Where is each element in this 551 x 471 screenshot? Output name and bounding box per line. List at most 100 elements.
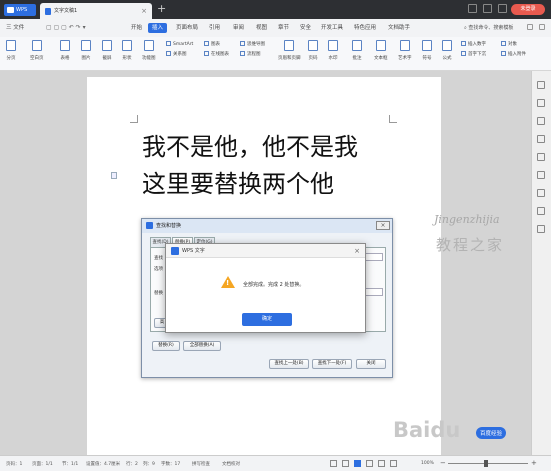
header-footer-icon <box>284 40 295 51</box>
wps-dialog-icon <box>146 222 153 229</box>
wordart-button[interactable]: 艺术字 <box>398 40 412 61</box>
eye-protection-icon[interactable] <box>330 460 337 467</box>
page-view-icon[interactable] <box>354 460 361 467</box>
zoom-slider[interactable] <box>448 463 528 464</box>
message-box-title: WPS 文字 <box>182 248 205 254</box>
blank-page-button[interactable]: 空白页 <box>30 40 44 61</box>
right-side-panel <box>531 71 551 455</box>
header-footer-button[interactable]: 页眉和页脚 <box>278 40 301 61</box>
relation-chart-button[interactable]: 关系图 <box>166 51 187 58</box>
wps-home-tab[interactable]: WPS <box>4 4 36 16</box>
command-search[interactable]: ⌕ 查找命令、搜索模板 <box>464 24 513 31</box>
skin-icon[interactable] <box>468 4 477 13</box>
object-button[interactable]: 对象 <box>501 41 517 48</box>
side-toolbar-icon[interactable] <box>537 189 545 197</box>
title-bar: WPS 文字文稿1 × + 未登录 <box>0 0 551 19</box>
document-tab[interactable]: 文字文稿1 × <box>40 3 152 19</box>
outline-view-icon[interactable] <box>342 460 349 467</box>
side-toolbar-icon[interactable] <box>537 153 545 161</box>
comment-label: 批注 <box>352 56 362 61</box>
formula-button[interactable]: 公式 <box>442 40 452 61</box>
site-watermark-domain: Jingenzhijia <box>434 213 500 226</box>
menu-references[interactable]: 引用 <box>209 23 220 33</box>
chart-button[interactable]: 图表 <box>204 41 220 48</box>
page-break-button[interactable]: 分页 <box>6 40 16 61</box>
function-chart-button[interactable]: 功能图 <box>142 40 156 61</box>
document-line-2[interactable]: 这里要替换两个他 <box>142 164 334 199</box>
replace-all-button[interactable]: 全部替换(A) <box>183 341 221 351</box>
side-toolbar-icon[interactable] <box>537 117 545 125</box>
web-view-icon[interactable] <box>366 460 373 467</box>
ok-button[interactable]: 确定 <box>242 313 292 326</box>
menu-security[interactable]: 安全 <box>300 23 311 33</box>
find-next-button[interactable]: 查找下一处(F) <box>312 359 352 369</box>
collapse-ribbon-icon[interactable] <box>539 24 545 30</box>
zoom-in-icon[interactable]: + <box>531 459 537 467</box>
zoom-out-icon[interactable]: − <box>440 459 446 467</box>
paragraph-layout-icon[interactable] <box>111 172 117 179</box>
online-chart-button[interactable]: 在线图表 <box>204 51 229 58</box>
menu-view[interactable]: 视图 <box>256 23 267 33</box>
watermark-button[interactable]: 水印 <box>328 40 338 61</box>
menu-home[interactable]: 开始 <box>131 23 142 33</box>
maximize-icon[interactable] <box>498 4 507 13</box>
status-word-count[interactable]: 字数：17 <box>161 461 180 467</box>
side-toolbar-icon[interactable] <box>537 207 545 215</box>
read-view-icon[interactable] <box>378 460 385 467</box>
symbol-button[interactable]: 符号 <box>422 40 432 61</box>
message-box-titlebar[interactable]: WPS 文字 × <box>166 244 365 258</box>
add-tab-icon[interactable]: + <box>157 2 166 16</box>
replace-button[interactable]: 替换(R) <box>152 341 180 351</box>
table-button[interactable]: 表格 <box>60 40 70 61</box>
comment-button[interactable]: 批注 <box>352 40 362 61</box>
mindmap-button[interactable]: 思维导图 <box>240 41 265 48</box>
document-proofread[interactable]: 文档校对 <box>222 461 240 467</box>
side-toolbar-icon[interactable] <box>537 225 545 233</box>
menu-features[interactable]: 特色应用 <box>354 23 376 33</box>
flowchart-button[interactable]: 流程图 <box>240 51 261 58</box>
menu-doc-assistant[interactable]: 文档助手 <box>388 23 410 33</box>
help-icon[interactable] <box>527 24 533 30</box>
menu-developer[interactable]: 开发工具 <box>321 23 343 33</box>
textbox-button[interactable]: 文本框 <box>374 40 388 61</box>
status-bar: 页码：1 页面：1/1 节：1/1 设置值：4.7厘米 行：2 列：9 字数：1… <box>0 455 551 471</box>
message-box-close-icon[interactable]: × <box>354 244 360 258</box>
document-line-1[interactable]: 我不是他，他不是我 <box>142 127 358 162</box>
minimize-icon[interactable] <box>483 4 492 13</box>
insert-number-button[interactable]: 插入数字 <box>461 41 486 48</box>
screenshot-button[interactable]: 截屏 <box>102 40 112 61</box>
side-toolbar-icon[interactable] <box>537 99 545 107</box>
menu-file[interactable]: 三 文件 <box>6 23 24 33</box>
zoom-level[interactable]: 100% <box>421 461 434 466</box>
full-screen-icon[interactable] <box>390 460 397 467</box>
menu-chapter[interactable]: 章节 <box>278 23 289 33</box>
relation-chart-icon <box>166 51 171 56</box>
picture-icon <box>81 40 91 51</box>
spell-check-toggle[interactable]: 拼写检查 <box>192 461 210 467</box>
login-button[interactable]: 未登录 <box>511 4 545 15</box>
close-tab-icon[interactable]: × <box>141 3 147 19</box>
menu-review[interactable]: 审阅 <box>233 23 244 33</box>
search-icon: ⌕ <box>464 25 467 31</box>
quick-access-icons[interactable]: ▢ ▢ ▢ ↶ ↷ ▾ <box>46 23 86 33</box>
insert-ribbon: 分页 空白页 表格 图片 截屏 形状 功能图 SmartArt 关系图 图表 在… <box>0 37 551 71</box>
attachment-button[interactable]: 插入附件 <box>501 51 526 58</box>
find-replace-close-btn[interactable]: 关闭 <box>356 359 386 369</box>
side-toolbar-icon[interactable] <box>537 135 545 143</box>
zoom-slider-handle[interactable] <box>484 460 488 467</box>
side-toolbar-icon[interactable] <box>537 81 545 89</box>
shape-button[interactable]: 形状 <box>122 40 132 61</box>
page-number-button[interactable]: 页码 <box>308 40 318 61</box>
menu-page-layout[interactable]: 页面布局 <box>176 23 198 33</box>
find-previous-button[interactable]: 查找上一处(B) <box>269 359 309 369</box>
attachment-label: 插入附件 <box>508 52 526 57</box>
side-toolbar-icon[interactable] <box>537 171 545 179</box>
table-icon <box>60 40 70 51</box>
find-label: 查找 <box>154 256 163 261</box>
picture-button[interactable]: 图片 <box>81 40 91 61</box>
find-replace-titlebar[interactable]: 查找和替换 × <box>142 219 392 233</box>
find-replace-close-button[interactable]: × <box>376 221 390 230</box>
drop-cap-button[interactable]: 首字下沉 <box>461 51 486 58</box>
menu-insert[interactable]: 插入 <box>148 23 168 33</box>
smartart-button[interactable]: SmartArt <box>166 41 193 48</box>
